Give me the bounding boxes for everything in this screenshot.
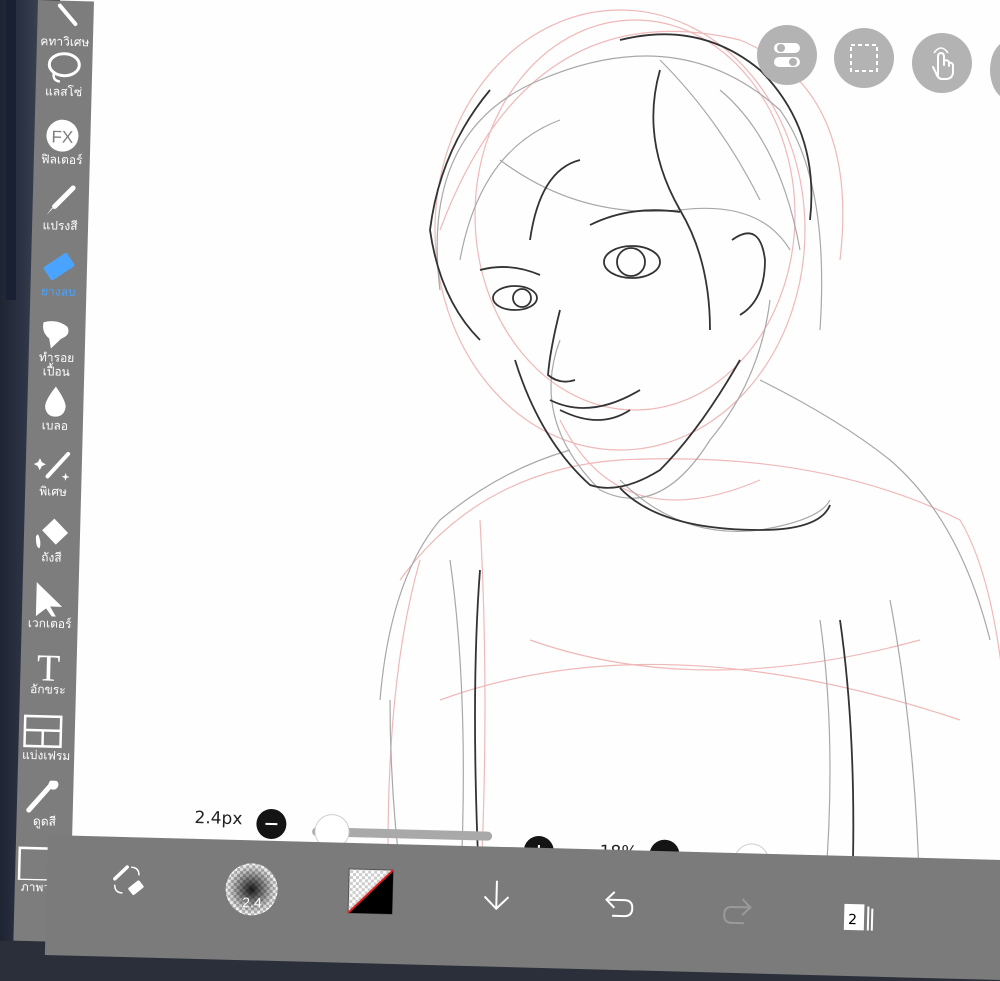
tool-eyedropper[interactable]: ดูดสี: [16, 780, 73, 829]
selection-icon: [834, 28, 894, 88]
swap-brush-eraser-icon: [108, 861, 149, 902]
tool-label: แบ่งเฟรม: [18, 748, 74, 763]
tool-fill[interactable]: ถังสี: [23, 516, 80, 565]
svg-text:FX: FX: [51, 127, 73, 147]
swap-brush-eraser-button[interactable]: [108, 861, 149, 906]
tool-eraser[interactable]: ยางลบ: [30, 250, 87, 299]
fx-icon: FX: [34, 118, 91, 153]
tool-smudge[interactable]: ทำรอยเปื้อน: [28, 316, 86, 379]
frame-divider-icon: [18, 714, 75, 749]
brush-preview-size: 2.4: [242, 894, 262, 911]
drop-icon: [27, 384, 84, 419]
eyedropper-icon: [17, 780, 74, 815]
download-arrow-icon: [476, 876, 517, 917]
bezel-strip: [6, 0, 16, 300]
bucket-icon: [24, 516, 81, 551]
minus-icon: [256, 809, 287, 840]
undo-icon: [598, 883, 639, 924]
tool-label: เวกเตอร์: [22, 616, 78, 631]
redo-icon: [718, 891, 759, 932]
layer-count: 2: [848, 912, 857, 928]
tool-brush[interactable]: แปรงสี: [32, 184, 89, 233]
tool-label: ถังสี: [23, 550, 79, 565]
touch-icon: [912, 33, 972, 93]
tool-vector[interactable]: เวกเตอร์: [22, 582, 79, 631]
tool-label: แลสโซ่: [35, 84, 91, 99]
layers-icon: [839, 898, 884, 943]
tool-text[interactable]: T อักขระ: [20, 648, 77, 697]
toggle-icon: [757, 25, 817, 85]
tool-frame[interactable]: แบ่งเฟรม: [18, 714, 75, 763]
tool-label: อักขระ: [20, 682, 76, 697]
sparkle-pen-icon: [25, 450, 82, 485]
lasso-icon: [36, 50, 93, 85]
redo-button[interactable]: [718, 891, 759, 936]
tool-special[interactable]: พิเศษ: [25, 450, 82, 499]
tool-label: ทำรอยเปื้อน: [28, 350, 85, 379]
tool-blur[interactable]: เบลอ: [27, 384, 84, 433]
brush-size-value: 2.4px: [194, 808, 242, 829]
bottom-toolbar: 2.4 2: [45, 835, 1000, 981]
layer-toggle-button[interactable]: [757, 25, 817, 85]
tool-label: ดูดสี: [16, 814, 72, 829]
color-swatch-button[interactable]: [346, 867, 395, 920]
svg-text:T: T: [36, 648, 60, 683]
layers-button[interactable]: 2: [839, 898, 884, 947]
download-button[interactable]: [476, 876, 517, 921]
text-icon: T: [20, 648, 77, 683]
tool-label: พิเศษ: [25, 484, 81, 499]
eraser-icon: [31, 250, 88, 285]
magic-wand-icon: [37, 0, 94, 35]
undo-button[interactable]: [598, 883, 639, 928]
tool-label: แปรงสี: [32, 218, 88, 233]
color-swatch-icon: [346, 867, 395, 916]
tool-label: เบลอ: [27, 418, 83, 433]
tool-label: คทาวิเศษ: [37, 34, 93, 49]
brush-preview-button[interactable]: 2.4: [224, 862, 279, 921]
tool-filter[interactable]: FX ฟิลเตอร์: [34, 118, 91, 167]
tool-magic-wand[interactable]: คทาวิเศษ: [37, 0, 94, 49]
selection-button[interactable]: [834, 28, 894, 88]
brush-icon: [32, 184, 89, 219]
cursor-arrow-icon: [22, 582, 79, 617]
tool-label: ยางลบ: [30, 284, 86, 299]
tool-label: ฟิลเตอร์: [34, 152, 90, 167]
smudge-icon: [29, 316, 86, 351]
touch-button[interactable]: [912, 33, 972, 93]
brush-size-decrease-button[interactable]: [256, 809, 287, 840]
tool-lasso[interactable]: แลสโซ่: [35, 50, 92, 99]
